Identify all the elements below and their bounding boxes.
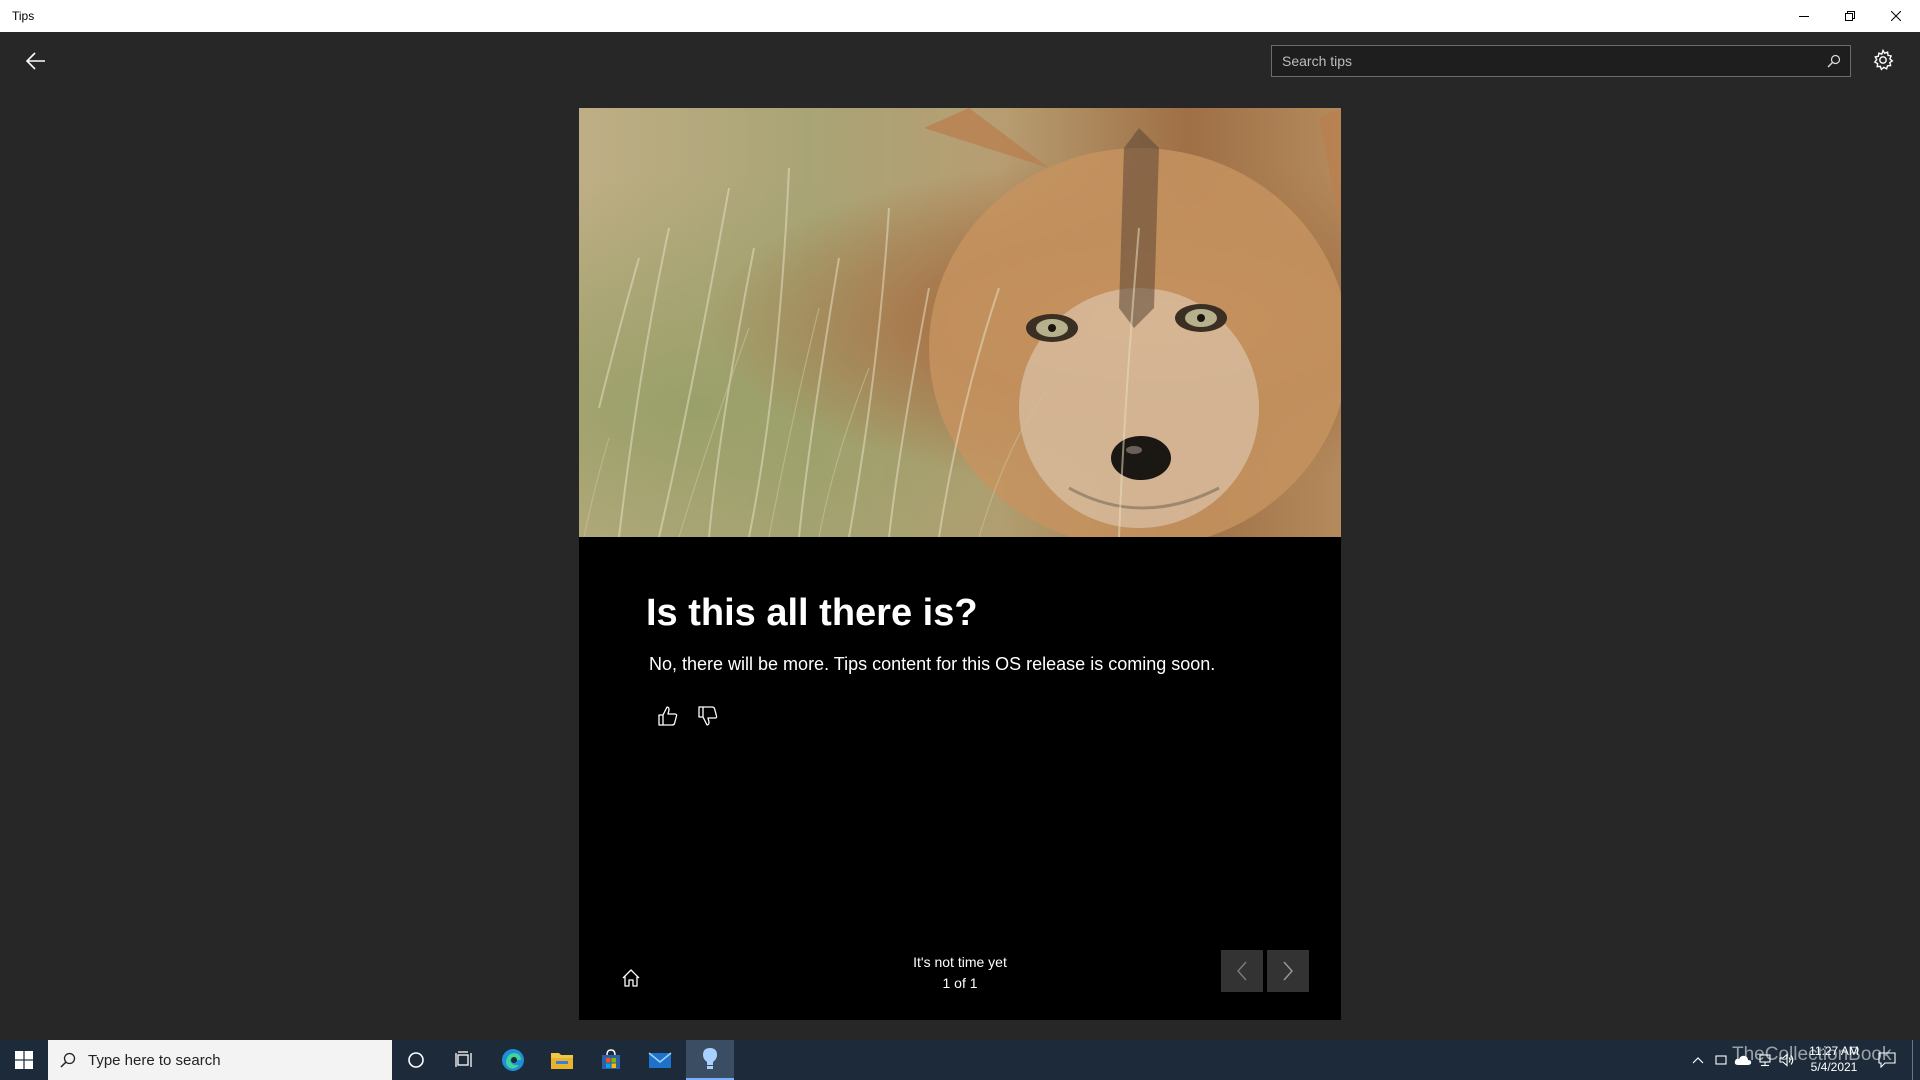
mail-taskbar-button[interactable] (636, 1040, 684, 1080)
tips-taskbar-button[interactable] (686, 1040, 734, 1080)
notifications-button[interactable] (1872, 1040, 1902, 1080)
tips-icon (703, 1048, 717, 1069)
file-explorer-icon (551, 1053, 573, 1069)
network-button[interactable] (1754, 1040, 1776, 1080)
show-desktop-button[interactable] (1912, 1040, 1920, 1080)
search-icon (48, 1052, 88, 1068)
next-tip-button[interactable] (1267, 950, 1309, 992)
restore-button[interactable] (1827, 0, 1873, 32)
edge-taskbar-button[interactable] (489, 1040, 537, 1080)
taskbar-clock[interactable]: 11:27 AM 5/4/2021 (1796, 1043, 1872, 1075)
back-button[interactable] (20, 45, 52, 77)
tray-device-button[interactable] (1710, 1040, 1732, 1080)
title-bar: Tips (0, 0, 1920, 32)
previous-tip-button[interactable] (1221, 950, 1263, 992)
minimize-icon (1799, 16, 1809, 17)
edge-icon (502, 1049, 524, 1071)
cortana-icon (408, 1052, 424, 1068)
start-button[interactable] (0, 1040, 48, 1080)
thumbs-up-button[interactable] (652, 700, 684, 732)
onedrive-button[interactable] (1732, 1040, 1754, 1080)
tip-title: Is this all there is? (646, 592, 978, 634)
taskbar: Type here to search TheCollectionBook 11… (0, 1040, 1920, 1080)
chevron-up-icon (1692, 1057, 1704, 1064)
page-indicator: 1 of 1 (942, 975, 978, 991)
collection-name: It's not time yet (913, 954, 1007, 970)
close-button[interactable] (1873, 0, 1919, 32)
taskbar-search-box[interactable]: Type here to search (48, 1040, 392, 1080)
window-title: Tips (12, 9, 35, 23)
show-hidden-icons-button[interactable] (1686, 1040, 1710, 1080)
task-view-button[interactable] (440, 1040, 488, 1080)
tip-position-info: It's not time yet 1 of 1 (860, 952, 1060, 994)
back-arrow-icon (26, 52, 45, 70)
task-view-icon (455, 1051, 472, 1067)
thumbs-down-button[interactable] (692, 700, 724, 732)
mail-icon (648, 1052, 672, 1068)
minimize-button[interactable] (1781, 0, 1827, 32)
search-box[interactable] (1271, 45, 1851, 77)
tip-card: Is this all there is? No, there will be … (579, 108, 1341, 1020)
volume-button[interactable] (1776, 1040, 1798, 1080)
home-button[interactable] (613, 960, 649, 996)
speaker-icon (1779, 1053, 1794, 1067)
taskbar-search-placeholder: Type here to search (88, 1051, 221, 1069)
thumbs-up-icon (658, 706, 678, 726)
notification-icon (1878, 1052, 1896, 1068)
home-icon (622, 969, 640, 987)
store-icon (602, 1049, 620, 1069)
chevron-right-icon (1283, 961, 1293, 981)
cortana-button[interactable] (392, 1040, 440, 1080)
close-icon (1891, 11, 1901, 21)
clock-time: 11:27 AM (1809, 1044, 1859, 1058)
cloud-icon (1734, 1055, 1752, 1065)
tip-description: No, there will be more. Tips content for… (649, 654, 1216, 674)
network-icon (1759, 1054, 1771, 1067)
clock-date: 5/4/2021 (1810, 1060, 1858, 1074)
device-icon (1715, 1055, 1727, 1065)
tip-hero-image (579, 108, 1341, 537)
restore-icon (1845, 11, 1855, 21)
search-icon[interactable] (1818, 46, 1850, 76)
thumbs-down-icon (698, 706, 718, 726)
store-taskbar-button[interactable] (587, 1040, 635, 1080)
search-input[interactable] (1272, 46, 1818, 76)
windows-logo-icon (15, 1051, 33, 1069)
settings-button[interactable] (1868, 45, 1898, 75)
chevron-left-icon (1237, 961, 1247, 981)
gear-icon (1873, 49, 1894, 71)
file-explorer-taskbar-button[interactable] (538, 1040, 586, 1080)
